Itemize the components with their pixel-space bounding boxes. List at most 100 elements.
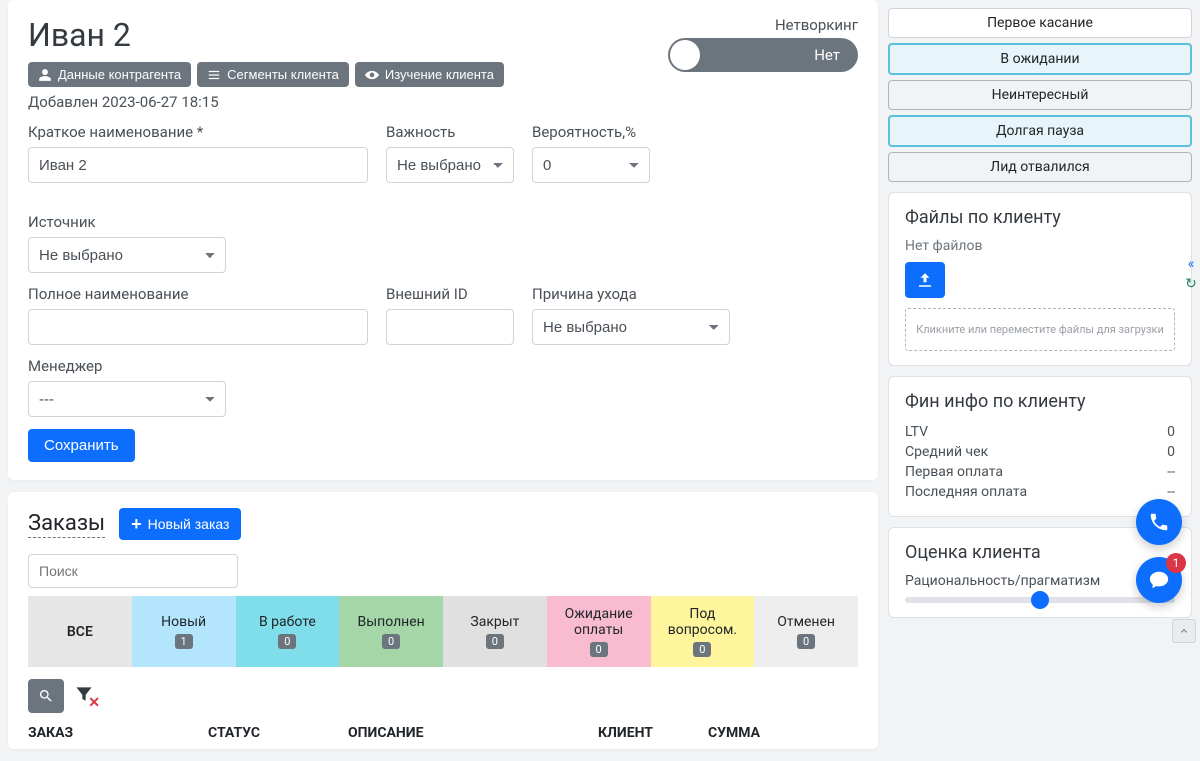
manager-select[interactable]: --- [28,381,226,417]
full-name-input[interactable] [28,309,368,345]
tab-close-badge: 0 [486,634,504,649]
chevron-up-icon [1178,625,1190,637]
fin-avg-value: 0 [1167,444,1175,460]
client-study-label: Изучение клиента [385,67,494,82]
col-status: СТАТУС [208,725,348,741]
full-name-label: Полное наименование [28,285,368,303]
table-search-button[interactable] [28,679,64,713]
user-icon [38,68,52,82]
client-card: Иван 2 Данные контрагента Сегменты клиен… [8,0,878,480]
client-study-button[interactable]: Изучение клиента [355,62,504,87]
tab-work-badge: 0 [278,634,296,649]
new-order-button[interactable]: + Новый заказ [119,508,241,540]
manager-label: Менеджер [28,357,858,375]
fin-ltv-label: LTV [905,424,928,440]
plus-icon: + [131,515,142,533]
fin-ltv-value: 0 [1167,424,1175,440]
networking-value: Нет [814,46,840,64]
orders-search-input[interactable] [28,554,238,588]
fin-first-value: -- [1167,464,1175,480]
rating-title: Оценка клиента [905,542,1175,563]
fin-last-label: Последняя оплата [905,484,1027,500]
fin-first-label: Первая оплата [905,464,1003,480]
upload-button[interactable] [905,262,945,298]
scroll-to-top-button[interactable] [1172,619,1196,643]
new-order-label: Новый заказ [148,516,230,532]
added-timestamp: Добавлен 2023-06-27 18:15 [28,93,504,111]
tab-quest-badge: 0 [693,642,711,657]
external-id-label: Внешний ID [386,285,514,303]
probability-label: Вероятность,% [532,123,650,141]
tab-wait-badge: 0 [590,642,608,657]
eye-icon [365,68,379,82]
slider-thumb [1031,591,1049,609]
external-id-input[interactable] [386,309,514,345]
client-title: Иван 2 [28,16,504,54]
rating-slider[interactable] [905,597,1175,603]
orders-title: Заказы [28,511,105,538]
chat-icon [1148,569,1170,591]
dropzone[interactable]: Кликните или переместите файлы для загру… [905,308,1175,351]
importance-label: Важность [386,123,514,141]
stage-waiting[interactable]: В ожидании [888,43,1192,75]
counterparty-data-label: Данные контрагента [58,67,181,82]
fin-card: Фин инфо по клиенту LTV 0 Средний чек 0 … [888,376,1192,517]
tab-all-label: ВСЕ [67,624,93,640]
short-name-input[interactable] [28,147,368,183]
collapse-icon[interactable]: « [1188,256,1195,272]
phone-fab[interactable] [1136,499,1182,545]
fin-title: Фин инфо по клиенту [905,391,1175,412]
fin-last-value: -- [1167,484,1175,500]
networking-label: Нетворкинг [668,16,858,34]
tab-work-label: В работе [259,614,316,630]
tab-done-label: Выполнен [358,614,425,630]
fin-avg-label: Средний чек [905,444,988,460]
phone-icon [1148,511,1170,533]
source-label: Источник [28,213,226,231]
side-tool-strip: « ↻ [1182,256,1200,292]
search-icon [38,688,54,704]
rating-metric: Рациональность/прагматизм [905,573,1175,589]
tab-close-label: Закрыт [470,614,519,630]
col-sum: СУММА [708,725,818,741]
stage-long-pause[interactable]: Долгая пауза [888,115,1192,147]
save-button[interactable]: Сохранить [28,429,135,462]
x-icon: ✕ [88,695,100,711]
client-segments-button[interactable]: Сегменты клиента [197,62,349,87]
files-card: Файлы по клиенту Нет файлов Кликните или… [888,192,1192,366]
probability-select[interactable]: 0 [532,147,650,183]
leave-reason-select[interactable]: Не выбрано [532,309,730,345]
files-empty: Нет файлов [905,238,1175,254]
tab-cancel-badge: 0 [797,634,815,649]
networking-toggle[interactable]: Нет [668,38,858,72]
leave-reason-label: Причина ухода [532,285,730,303]
list-icon [207,68,221,82]
tab-done-badge: 0 [382,634,400,649]
orders-card: Заказы + Новый заказ ВСЕ Новый 1 В раб [8,492,878,749]
client-segments-label: Сегменты клиента [227,67,339,82]
source-select[interactable]: Не выбрано [28,237,226,273]
stage-list: Первое касание В ожидании Неинтересный Д… [888,8,1192,182]
short-name-label: Краткое наименование * [28,123,368,141]
upload-icon [916,271,934,289]
fin-row-ltv: LTV 0 [905,422,1175,442]
tab-new-label: Новый [161,614,206,630]
clear-filter-button[interactable]: ✕ [74,684,94,709]
tab-new-badge: 1 [175,634,193,649]
fin-row-avg: Средний чек 0 [905,442,1175,462]
files-title: Файлы по клиенту [905,207,1175,228]
tab-cancel-label: Отменен [777,614,835,630]
reload-icon[interactable]: ↻ [1185,276,1197,292]
fin-row-first: Первая оплата -- [905,462,1175,482]
col-client: КЛИЕНТ [598,725,708,741]
stage-first-contact[interactable]: Первое касание [888,8,1192,38]
tab-wait-label: Ожидание оплаты [551,606,647,638]
chat-notification-badge: 1 [1166,553,1186,573]
tab-quest-label: Под вопросом. [655,606,751,638]
chat-fab[interactable]: 1 [1136,557,1182,603]
importance-select[interactable]: Не выбрано [386,147,514,183]
fin-row-last: Последняя оплата -- [905,482,1175,502]
counterparty-data-button[interactable]: Данные контрагента [28,62,191,87]
stage-uninteresting[interactable]: Неинтересный [888,80,1192,110]
stage-lead-lost[interactable]: Лид отвалился [888,152,1192,182]
